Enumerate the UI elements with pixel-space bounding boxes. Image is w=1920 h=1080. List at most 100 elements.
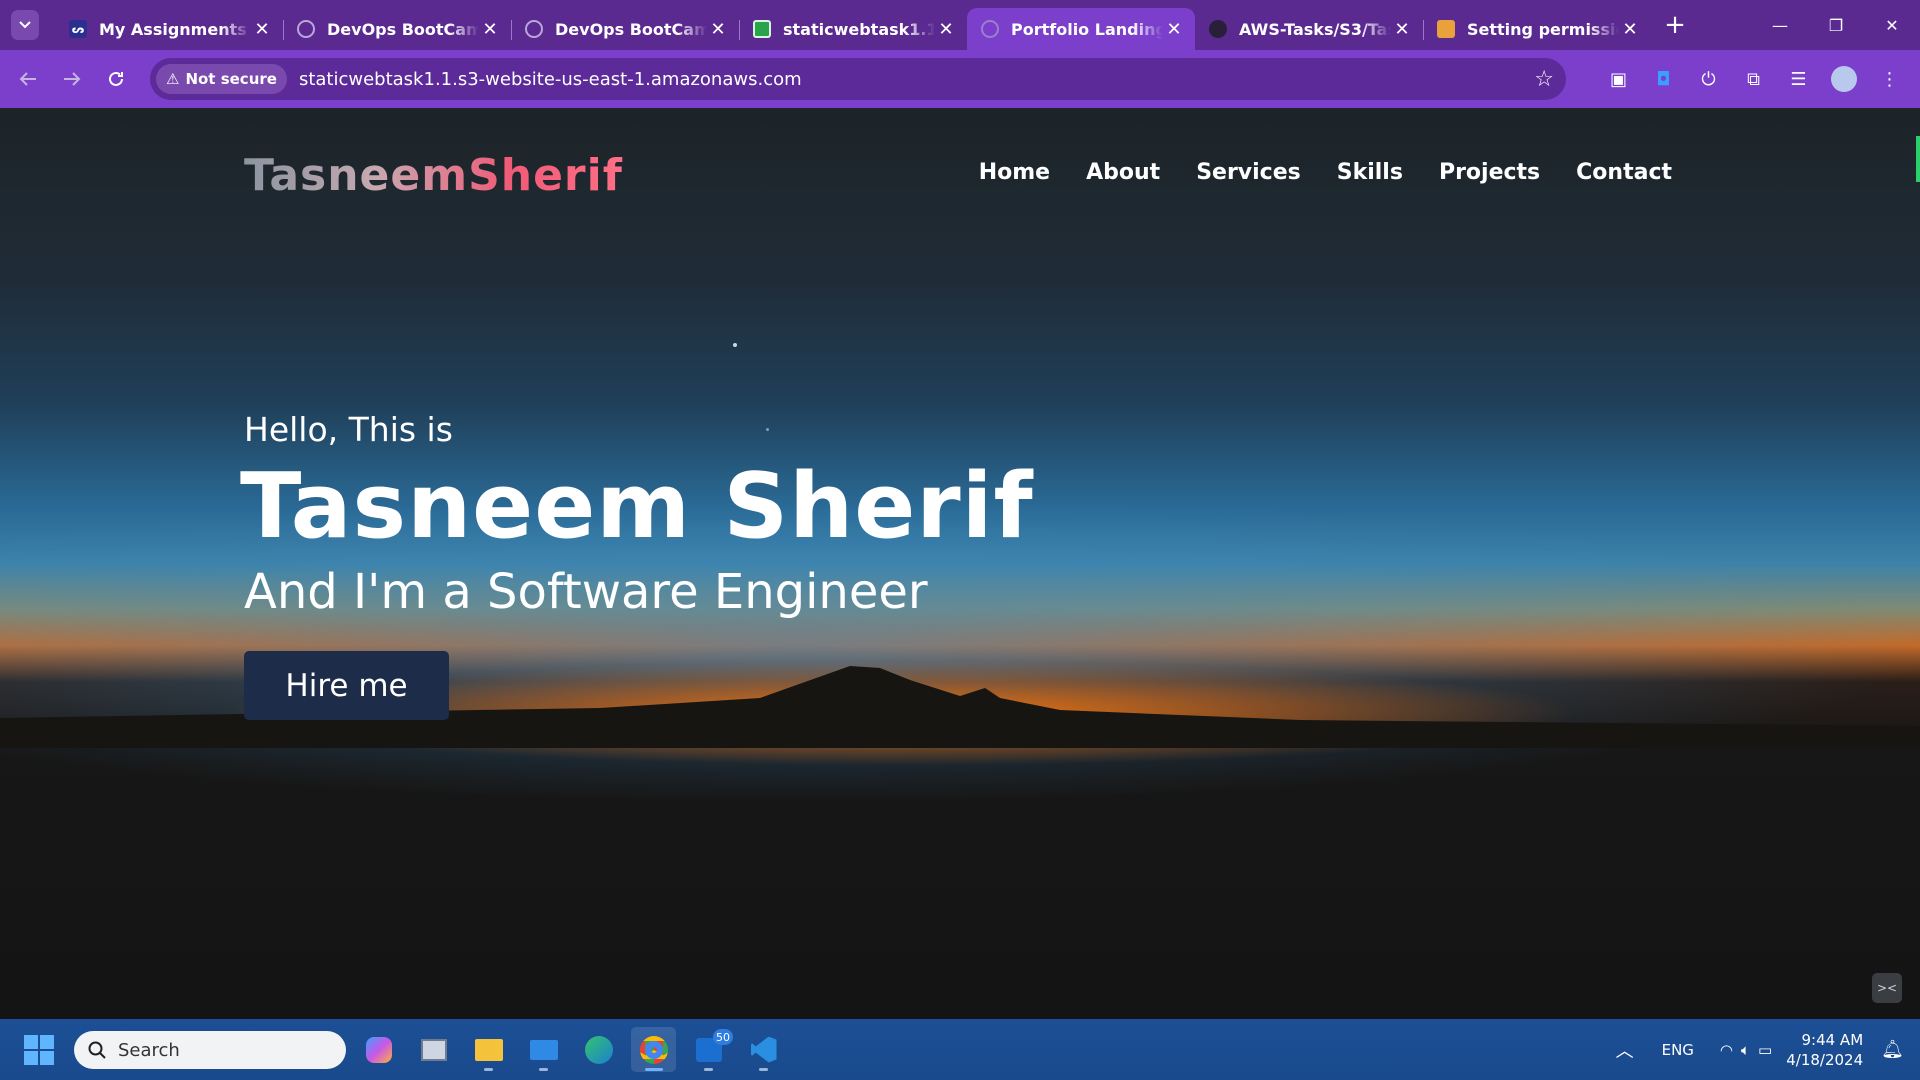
windows-start-icon[interactable] bbox=[24, 1035, 54, 1065]
close-tab-icon[interactable]: ✕ bbox=[1619, 18, 1641, 40]
globe-icon bbox=[981, 20, 999, 38]
scrollbar-thumb[interactable] bbox=[1916, 136, 1920, 182]
globe-icon bbox=[297, 20, 315, 38]
hero-role: And I'm a Software Engineer bbox=[244, 564, 928, 620]
reload-button[interactable] bbox=[94, 57, 138, 101]
tab-portfolio-landing-page[interactable]: Portfolio Landing Pa ✕ bbox=[967, 8, 1195, 50]
close-tab-icon[interactable]: ✕ bbox=[707, 18, 729, 40]
nav-services[interactable]: Services bbox=[1196, 160, 1301, 185]
copilot-icon[interactable] bbox=[356, 1027, 401, 1072]
tab-title: AWS-Tasks/S3/Task- bbox=[1239, 19, 1391, 39]
tab-setting-permissions[interactable]: Setting permissions ✕ bbox=[1423, 8, 1651, 50]
battery-icon[interactable]: ▭ bbox=[1758, 1041, 1772, 1059]
profile-avatar[interactable] bbox=[1831, 66, 1857, 92]
running-indicator bbox=[759, 1068, 768, 1071]
search-icon bbox=[88, 1041, 106, 1059]
vscode-icon[interactable] bbox=[741, 1027, 786, 1072]
s3-icon bbox=[753, 20, 771, 38]
tab-title: My Assignments bbox=[99, 19, 247, 39]
volume-icon[interactable]: 🔈︎ bbox=[1741, 1041, 1750, 1059]
chrome-icon[interactable] bbox=[631, 1027, 676, 1072]
page-viewport: TasneemSherif Home About Services Skills… bbox=[0, 108, 1920, 1019]
taskbar-apps: 50 bbox=[356, 1019, 786, 1080]
tab-title: DevOps BootCamp | bbox=[555, 19, 707, 39]
tab-strip: ᔕ My Assignments ✕ DevOps BootCamp | ✕ D… bbox=[55, 0, 1691, 50]
collapse-icon[interactable]: >< bbox=[1872, 973, 1902, 1003]
close-tab-icon[interactable]: ✕ bbox=[1163, 18, 1185, 40]
wifi-icon[interactable]: ◠ bbox=[1720, 1041, 1733, 1059]
address-bar[interactable]: ⚠ Not secure staticwebtask1.1.s3-website… bbox=[150, 58, 1566, 100]
planner-icon: ᔕ bbox=[69, 20, 87, 38]
close-tab-icon[interactable]: ✕ bbox=[935, 18, 957, 40]
tab-title: Setting permissions bbox=[1467, 19, 1619, 39]
outlook-icon[interactable]: 50 bbox=[686, 1027, 733, 1072]
close-tab-icon[interactable]: ✕ bbox=[251, 18, 273, 40]
nav-skills[interactable]: Skills bbox=[1337, 160, 1403, 185]
forward-button[interactable] bbox=[50, 57, 94, 101]
security-chip-label: Not secure bbox=[185, 70, 277, 88]
mail-icon[interactable] bbox=[521, 1027, 566, 1072]
clock-date: 4/18/2024 bbox=[1786, 1050, 1864, 1069]
tab-my-assignments[interactable]: ᔕ My Assignments ✕ bbox=[55, 8, 283, 50]
search-placeholder: Search bbox=[118, 1039, 180, 1061]
system-tray: ︿ ENG ◠ 🔈︎ ▭ 9:44 AM 4/18/2024 🔔︎ bbox=[1616, 1019, 1920, 1080]
nav-about[interactable]: About bbox=[1086, 160, 1160, 185]
reload-icon bbox=[109, 71, 123, 86]
taskbar-search[interactable]: Search bbox=[74, 1031, 346, 1069]
clock[interactable]: 9:44 AM 4/18/2024 bbox=[1786, 1030, 1863, 1070]
security-chip[interactable]: ⚠ Not secure bbox=[156, 64, 287, 94]
browser-toolbar: ⚠ Not secure staticwebtask1.1.s3-website… bbox=[0, 50, 1920, 108]
site-nav: Home About Services Skills Projects Cont… bbox=[979, 160, 1672, 185]
new-tab-button[interactable]: + bbox=[1659, 9, 1691, 41]
tab-search-button[interactable] bbox=[11, 10, 39, 40]
notification-badge: 50 bbox=[713, 1029, 733, 1045]
tab-devops-bootcamp-1[interactable]: DevOps BootCamp | ✕ bbox=[283, 8, 511, 50]
tab-title: Portfolio Landing Pa bbox=[1011, 19, 1163, 39]
hero-name: Tasneem Sherif bbox=[240, 454, 1034, 559]
close-window-icon[interactable]: ✕ bbox=[1864, 0, 1920, 50]
picture-in-picture-icon[interactable]: ▣ bbox=[1596, 57, 1641, 101]
media-queue-icon[interactable]: ☰ bbox=[1776, 57, 1821, 101]
star-dot bbox=[766, 428, 769, 431]
tab-s3-bucket[interactable]: staticwebtask1.1 - S3 ✕ bbox=[739, 8, 967, 50]
tab-aws-tasks-github[interactable]: AWS-Tasks/S3/Task- ✕ bbox=[1195, 8, 1423, 50]
notification-bell-icon[interactable]: 🔔︎ bbox=[1881, 1039, 1904, 1060]
file-explorer-icon[interactable] bbox=[466, 1027, 511, 1072]
task-view-icon[interactable] bbox=[411, 1027, 456, 1072]
close-tab-icon[interactable]: ✕ bbox=[479, 18, 501, 40]
running-indicator bbox=[539, 1068, 548, 1071]
tab-title: staticwebtask1.1 - S3 bbox=[783, 19, 935, 39]
tab-title: DevOps BootCamp | bbox=[327, 19, 479, 39]
minimize-icon[interactable]: — bbox=[1752, 0, 1808, 50]
chevron-up-icon[interactable]: ︿ bbox=[1616, 1037, 1634, 1063]
close-tab-icon[interactable]: ✕ bbox=[1391, 18, 1413, 40]
running-indicator bbox=[484, 1068, 493, 1071]
edge-icon[interactable] bbox=[576, 1027, 621, 1072]
hire-me-button[interactable]: Hire me bbox=[244, 651, 449, 720]
window-controls: — ❐ ✕ bbox=[1752, 0, 1920, 50]
url-text[interactable]: staticwebtask1.1.s3-website-us-east-1.am… bbox=[299, 69, 802, 90]
aws-icon bbox=[1437, 20, 1455, 38]
chevron-down-icon bbox=[19, 21, 31, 29]
language-indicator[interactable]: ENG bbox=[1662, 1041, 1694, 1059]
tab-devops-bootcamp-2[interactable]: DevOps BootCamp | ✕ bbox=[511, 8, 739, 50]
windows-taskbar: Search 50 ︿ ENG ◠ 🔈︎ ▭ 9:44 AM 4/18/2024… bbox=[0, 1019, 1920, 1080]
menu-kebab-icon[interactable]: ⋮ bbox=[1867, 57, 1912, 101]
nav-projects[interactable]: Projects bbox=[1439, 160, 1540, 185]
clock-time: 9:44 AM bbox=[1801, 1030, 1864, 1049]
globe-icon bbox=[525, 20, 543, 38]
page-scrollbar[interactable] bbox=[1914, 108, 1920, 1019]
tab-bar: ᔕ My Assignments ✕ DevOps BootCamp | ✕ D… bbox=[0, 0, 1920, 50]
hero-greeting: Hello, This is bbox=[244, 410, 453, 449]
power-icon[interactable]: ⏻ bbox=[1686, 57, 1731, 101]
warning-icon: ⚠ bbox=[166, 70, 180, 88]
extensions-puzzle-icon[interactable]: ⧉ bbox=[1731, 57, 1776, 101]
toolbar-extensions: ▣ ◘ ⏻ ⧉ ☰ ⋮ bbox=[1596, 50, 1912, 108]
back-button[interactable] bbox=[6, 57, 50, 101]
nav-home[interactable]: Home bbox=[979, 160, 1050, 185]
site-logo[interactable]: TasneemSherif bbox=[244, 150, 623, 201]
screen-capture-icon[interactable]: ◘ bbox=[1641, 57, 1686, 101]
nav-contact[interactable]: Contact bbox=[1576, 160, 1672, 185]
bookmark-star-icon[interactable]: ☆ bbox=[1534, 67, 1554, 92]
restore-icon[interactable]: ❐ bbox=[1808, 0, 1864, 50]
